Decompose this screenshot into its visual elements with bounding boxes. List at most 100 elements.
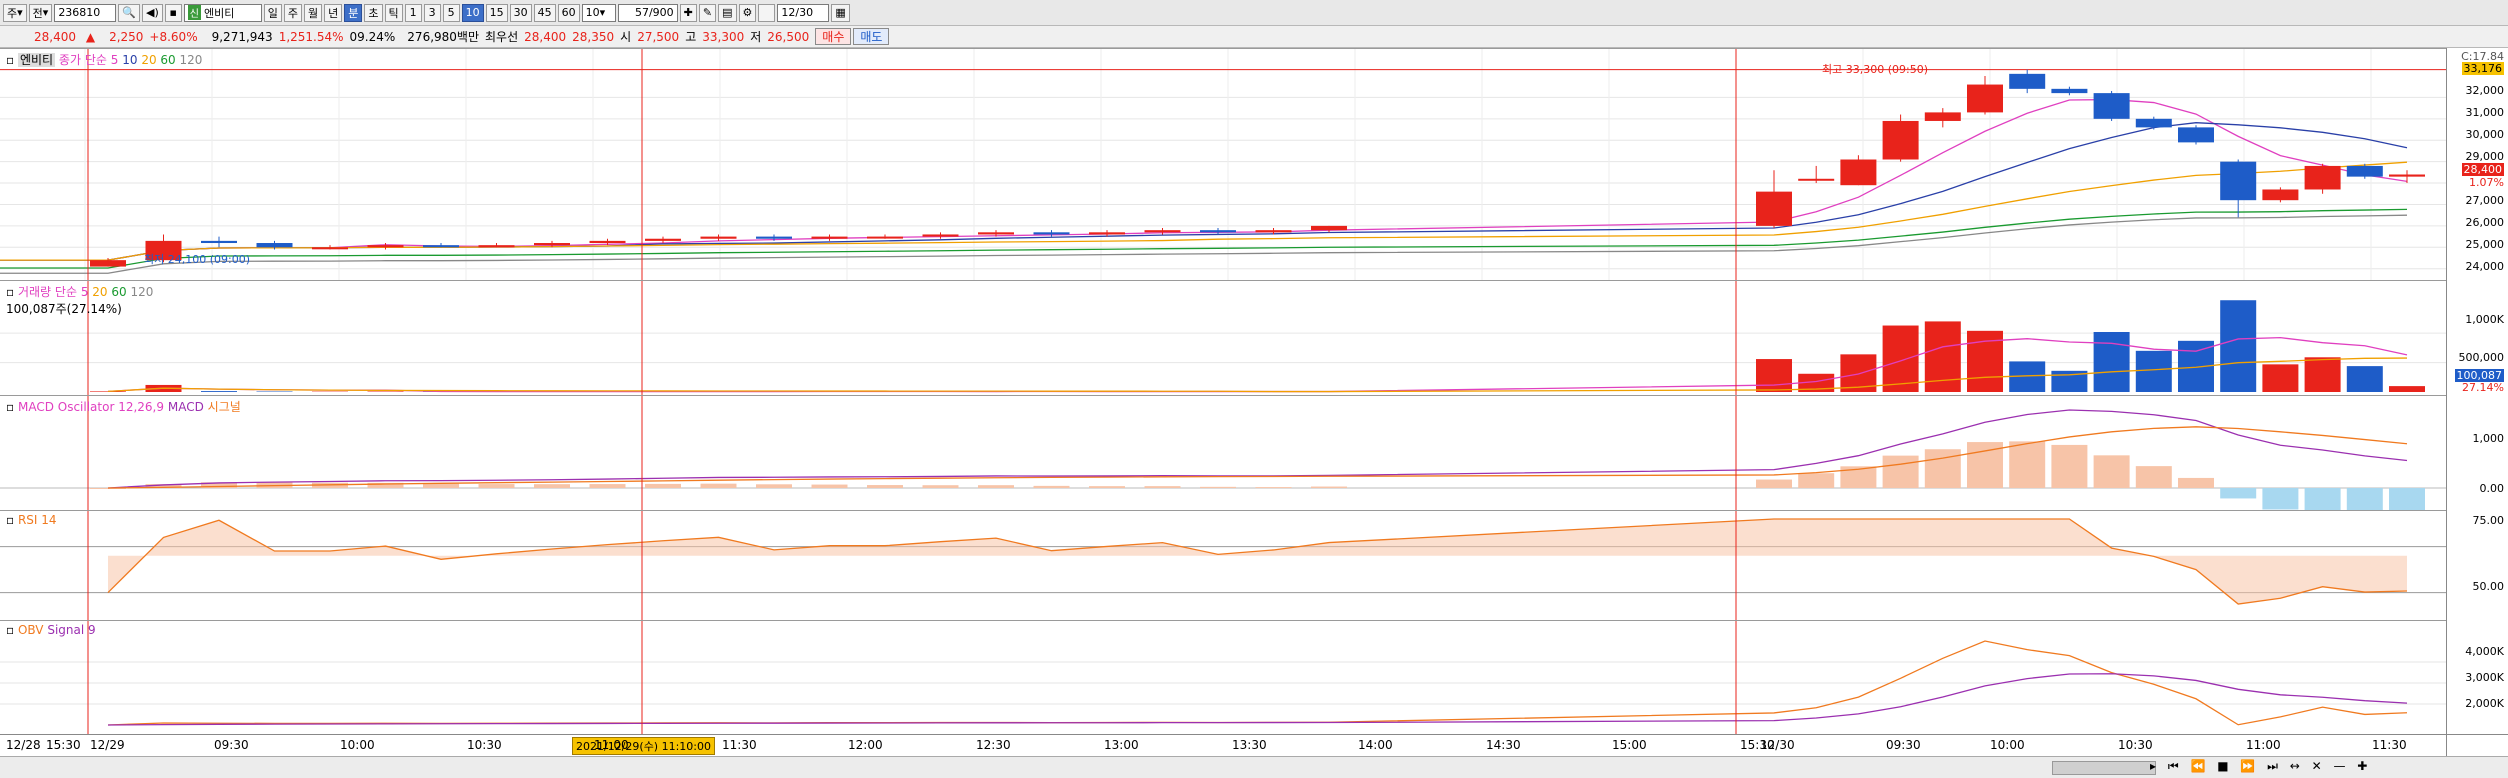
macd-pane[interactable]: ▫ MACD Oscillator 12,26,9 MACD 시그널 bbox=[0, 395, 2446, 510]
period-tick[interactable]: 틱 bbox=[384, 3, 403, 22]
date-tick-label: 10:00 bbox=[1990, 738, 2025, 752]
candle-body bbox=[90, 260, 126, 267]
period-minute[interactable]: 분 bbox=[344, 3, 363, 22]
date-tick-label: 15:30 bbox=[46, 738, 81, 752]
bid-price: 28,350 bbox=[572, 29, 615, 44]
obv-axis: 4,000K 3,000K 2,000K bbox=[2446, 620, 2508, 734]
candle-body bbox=[811, 236, 848, 239]
open-label: 시 bbox=[620, 30, 632, 44]
calendar-icon[interactable]: ▦ bbox=[831, 3, 850, 22]
period-month[interactable]: 월 bbox=[304, 3, 323, 22]
count-field[interactable]: 57/900 bbox=[617, 3, 678, 22]
candle-body bbox=[1756, 191, 1792, 226]
rsi-pane-label: ▫ RSI 14 bbox=[6, 513, 57, 527]
period-second[interactable]: 초 bbox=[364, 3, 383, 22]
macd-osc-bar bbox=[2389, 488, 2425, 510]
volume-change: 1,251.54% bbox=[278, 29, 344, 44]
ma60-line bbox=[0, 208, 2408, 269]
candle-body bbox=[312, 247, 348, 250]
interval-60[interactable]: 60 bbox=[557, 3, 580, 22]
obv-pane[interactable]: ▫ OBV Signal 9 bbox=[0, 620, 2446, 734]
macd-osc-bar bbox=[756, 484, 792, 488]
date-tick-label: 14:30 bbox=[1486, 738, 1521, 752]
macd-osc-bar bbox=[1924, 449, 1961, 488]
current-price: 28,400 ▲ bbox=[34, 29, 96, 44]
date-field[interactable]: 12/30 bbox=[777, 3, 830, 22]
macd-osc-bar bbox=[534, 484, 570, 488]
candle-body bbox=[256, 243, 293, 248]
macd-osc-bar bbox=[2178, 477, 2214, 488]
date-axis-corner bbox=[2446, 734, 2508, 756]
settings-icon[interactable]: ⚙ bbox=[738, 3, 757, 22]
interval-15[interactable]: 15 bbox=[485, 3, 508, 22]
date-tick-label: 13:00 bbox=[1104, 738, 1139, 752]
macd-osc-bar bbox=[1798, 473, 1835, 488]
macd-osc-bar bbox=[1882, 455, 1919, 488]
interval-3[interactable]: 3 bbox=[423, 3, 441, 22]
candle-body bbox=[2178, 127, 2214, 143]
interval-1[interactable]: 1 bbox=[404, 3, 422, 22]
date-tick-label: 15:00 bbox=[1612, 738, 1647, 752]
macd-osc-bar bbox=[1756, 479, 1792, 488]
pane-toggle-icon: ▫ bbox=[6, 53, 15, 67]
volume-bar bbox=[2220, 300, 2257, 392]
save-icon[interactable]: ▤ bbox=[718, 3, 737, 22]
date-tick-label: 11:30 bbox=[2372, 738, 2407, 752]
macd-osc-bar bbox=[700, 483, 737, 488]
low-price: 26,500 bbox=[767, 29, 810, 44]
period-day[interactable]: 일 bbox=[263, 3, 282, 22]
low-marker: 최저 24,100 (09:00) bbox=[144, 253, 251, 266]
date-tick-label: 12:00 bbox=[848, 738, 883, 752]
chart-scrollbar[interactable]: ▸ ⏮ ⏪ ■ ⏩ ⏭ ↔ ✕ — ✚ bbox=[0, 756, 2508, 778]
candle-body bbox=[2093, 93, 2130, 119]
macd-osc-bar bbox=[1089, 486, 1125, 488]
candle-body bbox=[1798, 178, 1835, 181]
interval-5[interactable]: 5 bbox=[442, 3, 460, 22]
candle-body bbox=[1924, 112, 1961, 121]
best-label: 최우선 bbox=[485, 30, 519, 44]
macd-osc-bar bbox=[922, 485, 959, 488]
scroll-controls[interactable]: ▸ ⏮ ⏪ ■ ⏩ ⏭ ↔ ✕ — ✚ bbox=[2150, 759, 2371, 774]
price-pane[interactable]: ▫ 엔비티 종가 단순 5 10 20 60 120 최고 33,300 (09… bbox=[0, 48, 2446, 280]
period-year[interactable]: 년 bbox=[324, 3, 343, 22]
tools-icon[interactable]: ✎ bbox=[698, 3, 717, 22]
macd-osc-bar bbox=[2262, 488, 2299, 510]
volume-bar bbox=[201, 391, 237, 392]
interval-10[interactable]: 10 bbox=[461, 3, 484, 22]
date-axis: 2021/12/29(수) 11:10:00 12/28 15:30 12/29 09… bbox=[0, 734, 2446, 756]
period-week[interactable]: 주 bbox=[283, 3, 303, 22]
interval-45[interactable]: 45 bbox=[533, 3, 556, 22]
toolbar: 주 ▾ 전 ▾ 236810 🔍 ◀) ▪ 신 엔비티 일 주 월 년 분 초 틱 1… bbox=[0, 0, 2508, 26]
add-indicator-icon[interactable]: ✚ bbox=[679, 3, 697, 22]
date-tick-label: 09:30 bbox=[214, 738, 249, 752]
info-icon[interactable]: ▪ bbox=[164, 3, 182, 22]
candle-body bbox=[423, 245, 459, 248]
sound-icon[interactable]: ◀) bbox=[142, 3, 163, 22]
macd-osc-bar bbox=[2346, 488, 2383, 510]
scroll-thumb[interactable] bbox=[2052, 761, 2156, 775]
date-tick-label: 12/30 bbox=[1760, 738, 1795, 752]
candle-body bbox=[1967, 84, 2003, 113]
volume-bar bbox=[2346, 366, 2383, 392]
volume-bar bbox=[2304, 357, 2341, 392]
sell-button[interactable]: 매도 bbox=[853, 28, 890, 45]
interval-30[interactable]: 30 bbox=[509, 3, 532, 22]
date-tick-label: 12:30 bbox=[976, 738, 1011, 752]
turnover-value: 09.24% bbox=[349, 29, 396, 44]
rsi-pane[interactable]: ▫ RSI 14 bbox=[0, 510, 2446, 620]
interval-input[interactable]: 10 ▾ bbox=[581, 3, 616, 22]
code-input[interactable]: 236810 bbox=[54, 3, 117, 22]
stock-name-field[interactable]: 신 엔비티 bbox=[183, 3, 262, 22]
volume-axis: 1,000K 500,000 100,087 27.14% bbox=[2446, 280, 2508, 395]
volume-pane[interactable]: ▫ 거래량 단순 5 20 60 120 100,087주(27.14%) bbox=[0, 280, 2446, 395]
period-type-select[interactable]: 주 ▾ bbox=[3, 3, 27, 22]
macd-osc-bar bbox=[1200, 486, 1236, 488]
buy-button[interactable]: 매수 bbox=[815, 28, 852, 45]
macd-osc-bar bbox=[2093, 455, 2130, 488]
checkbox[interactable] bbox=[758, 3, 776, 22]
macd-osc-bar bbox=[645, 483, 681, 488]
date-tick-label: 14:00 bbox=[1358, 738, 1393, 752]
candle-body bbox=[367, 245, 404, 248]
search-icon[interactable]: 🔍 bbox=[118, 3, 141, 22]
market-select[interactable]: 전 ▾ bbox=[28, 3, 53, 22]
